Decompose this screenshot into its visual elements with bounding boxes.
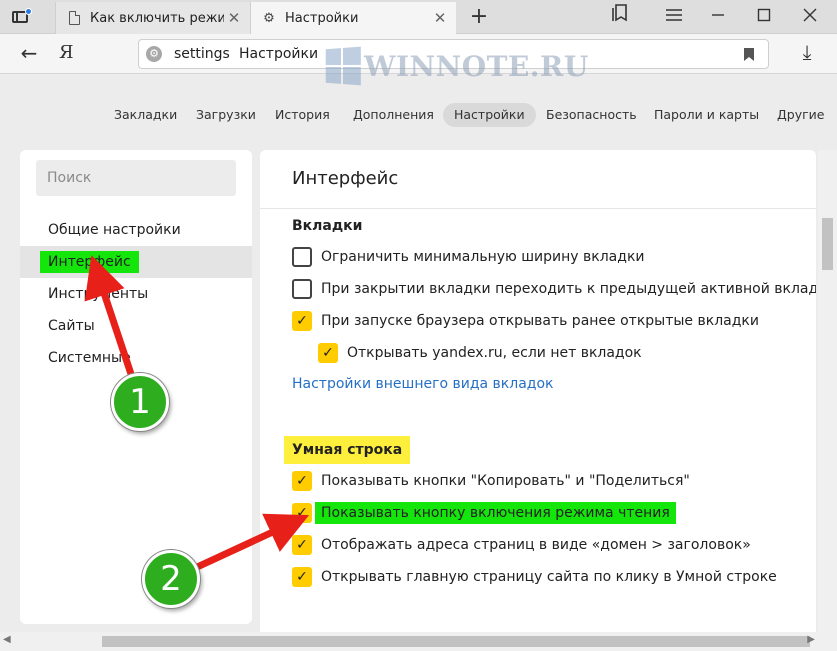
watermark-text: WINNOTE.RU — [364, 49, 589, 83]
horizontal-scrollbar[interactable]: ◀ ▶ — [0, 632, 837, 651]
option-label: Ограничить минимальную ширину вкладки — [321, 249, 645, 265]
sidebar-item-tools[interactable]: Инструменты — [20, 278, 252, 310]
check-icon[interactable] — [292, 311, 312, 331]
close-icon[interactable]: ✕ — [224, 9, 244, 27]
sidebar-item-label: Системные — [48, 350, 131, 366]
vertical-scrollbar[interactable] — [818, 150, 837, 632]
nav-security[interactable]: Безопасность — [535, 103, 648, 127]
option-label: При закрытии вкладки переходить к предыд… — [321, 281, 816, 297]
gear-icon: ⚙ — [263, 10, 275, 26]
step-badge-1: 1 — [111, 373, 169, 431]
section-title-label: Умная строка — [284, 436, 411, 464]
nav-history[interactable]: История — [264, 103, 341, 127]
check-icon[interactable] — [292, 503, 312, 523]
minimize-button[interactable] — [696, 4, 740, 30]
section-title-tabs: Вкладки — [292, 218, 363, 234]
checkbox-min-tab-width[interactable]: Ограничить минимальную ширину вкладки — [292, 245, 645, 269]
checkbox-copy-share[interactable]: Показывать кнопки "Копировать" и "Подели… — [292, 469, 690, 493]
nav-extensions[interactable]: Дополнения — [342, 103, 445, 127]
checkbox-domain-title[interactable]: Отображать адреса страниц в виде «домен … — [292, 533, 751, 557]
close-window-button[interactable] — [788, 4, 832, 30]
checkbox-prev-active-tab[interactable]: При закрытии вкладки переходить к предыд… — [292, 277, 816, 301]
document-icon — [66, 10, 82, 26]
search-input[interactable] — [36, 160, 236, 196]
page-title: Интерфейс — [292, 168, 399, 189]
check-icon[interactable] — [292, 567, 312, 587]
scroll-right-icon[interactable]: ▶ — [807, 634, 815, 645]
sidebar-item-label: Сайты — [48, 318, 95, 334]
new-tab-button[interactable]: + — [466, 4, 492, 29]
tab-appearance-link[interactable]: Настройки внешнего вида вкладок — [292, 376, 553, 392]
scroll-left-icon[interactable]: ◀ — [3, 634, 11, 645]
nav-bookmarks[interactable]: Закладки — [103, 103, 188, 127]
divider — [260, 208, 816, 209]
option-label: Открывать yandex.ru, если нет вкладок — [347, 345, 642, 361]
section-title-smart-line: Умная строка — [284, 436, 411, 464]
tabs-overview-icon[interactable] — [10, 7, 32, 27]
tab-label: Настройки — [285, 10, 359, 26]
download-icon[interactable]: ⤓ — [793, 40, 821, 64]
tab-strip: Как включить режим чтен ✕ ⚙ Настройки ✕ … — [0, 0, 837, 34]
yandex-logo-button[interactable]: Я — [59, 42, 74, 63]
check-icon[interactable] — [318, 343, 338, 363]
nav-other[interactable]: Другие — [766, 103, 835, 127]
scrollbar-thumb[interactable] — [822, 218, 833, 270]
nav-passwords[interactable]: Пароли и карты — [643, 103, 770, 127]
sidebar-item-system[interactable]: Системные — [20, 342, 252, 374]
checkbox-icon[interactable] — [292, 279, 312, 299]
sidebar-item-label: Общие настройки — [48, 222, 181, 238]
tab-settings[interactable]: ⚙ Настройки ✕ — [251, 2, 456, 34]
close-icon[interactable]: ✕ — [430, 9, 450, 27]
back-arrow-icon[interactable]: ← — [16, 41, 42, 65]
sidebar-item-general[interactable]: Общие настройки — [20, 214, 252, 246]
menu-icon[interactable] — [652, 4, 696, 30]
option-label: Отображать адреса страниц в виде «домен … — [321, 537, 751, 553]
scrollbar-thumb[interactable] — [102, 636, 810, 647]
watermark: WINNOTE.RU — [324, 46, 589, 86]
checkbox-icon[interactable] — [292, 247, 312, 267]
sidebar-item-sites[interactable]: Сайты — [20, 310, 252, 342]
check-icon[interactable] — [292, 471, 312, 491]
checkbox-open-homepage[interactable]: Открывать главную страницу сайта по клик… — [292, 565, 777, 589]
settings-top-nav: Закладки Загрузки История Дополнения Нас… — [0, 97, 837, 133]
bookmarks-panel-icon[interactable] — [598, 4, 642, 30]
option-label: При запуске браузера открывать ранее отк… — [321, 313, 759, 329]
maximize-button[interactable] — [742, 4, 786, 30]
address-title: Настройки — [239, 46, 319, 62]
nav-downloads[interactable]: Загрузки — [185, 103, 267, 127]
tab-label: Как включить режим чтен — [90, 10, 224, 26]
tab-article[interactable]: Как включить режим чтен ✕ — [55, 2, 251, 34]
settings-content: Интерфейс Вкладки Ограничить минимальную… — [260, 150, 816, 632]
windows-logo-icon — [325, 46, 361, 86]
option-label: Показывать кнопку включения режима чтени… — [315, 502, 676, 524]
option-label: Показывать кнопки "Копировать" и "Подели… — [321, 473, 690, 489]
check-icon[interactable] — [292, 535, 312, 555]
checkbox-open-yandex[interactable]: Открывать yandex.ru, если нет вкладок — [318, 341, 642, 365]
nav-settings[interactable]: Настройки — [443, 103, 536, 127]
address-host: settings — [174, 46, 230, 62]
option-label: Открывать главную страницу сайта по клик… — [321, 569, 777, 585]
sidebar-item-label: Интерфейс — [40, 251, 139, 273]
step-badge-2: 2 — [142, 550, 200, 608]
sidebar-item-label: Инструменты — [48, 286, 149, 302]
checkbox-reader-mode[interactable]: Показывать кнопку включения режима чтени… — [292, 501, 676, 525]
checkbox-restore-tabs[interactable]: При запуске браузера открывать ранее отк… — [292, 309, 759, 333]
settings-site-icon: ⚙ — [146, 46, 162, 62]
sidebar-item-interface[interactable]: Интерфейс — [20, 246, 252, 278]
bookmark-icon[interactable] — [744, 48, 754, 61]
